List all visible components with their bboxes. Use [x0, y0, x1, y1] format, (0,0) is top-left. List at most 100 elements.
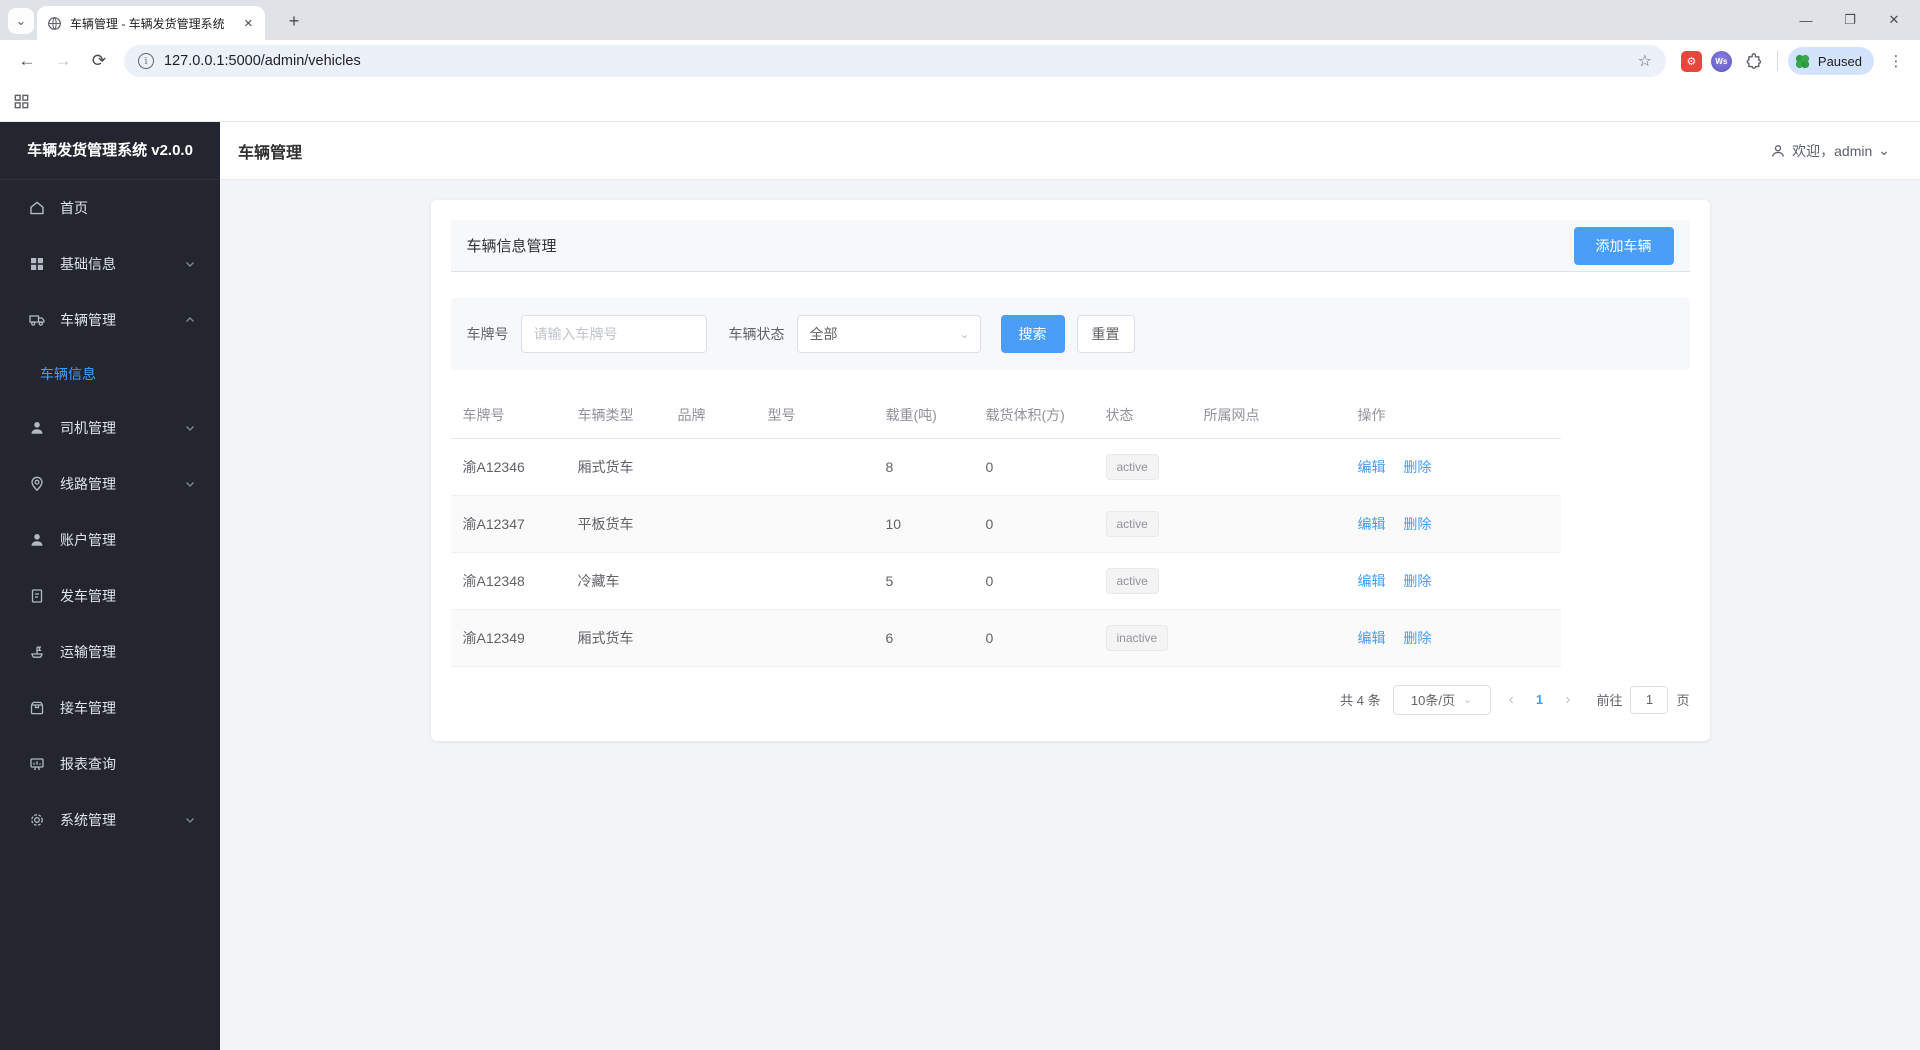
edit-link[interactable]: 编辑 [1358, 459, 1386, 475]
tab-search-button[interactable]: ⌄ [8, 8, 34, 34]
cell-site [1191, 495, 1346, 553]
next-page-button[interactable]: › [1559, 691, 1576, 709]
cell-plate: 渝A12346 [450, 438, 566, 496]
extension-ws-icon[interactable]: Ws [1710, 50, 1732, 72]
delete-link[interactable]: 删除 [1403, 516, 1431, 532]
profile-chip[interactable]: Paused [1787, 47, 1874, 75]
cell-brand [665, 552, 756, 610]
extensions-puzzle-icon[interactable] [1741, 48, 1767, 74]
toolbar-divider [1776, 51, 1778, 71]
cell-plate: 渝A12349 [450, 609, 566, 667]
search-button[interactable]: 搜索 [1000, 315, 1065, 353]
status-select[interactable]: 全部 ⌄ [796, 315, 981, 353]
package-icon [30, 701, 44, 715]
goto-page-input[interactable] [1630, 685, 1669, 714]
close-button[interactable]: ✕ [1872, 0, 1916, 40]
edit-link[interactable]: 编辑 [1358, 516, 1386, 532]
profile-status-label: Paused [1817, 53, 1862, 69]
cell-type: 厢式货车 [565, 438, 666, 496]
page-size-select[interactable]: 10条/页 ⌄ [1392, 684, 1491, 715]
col-status: 状态 [1093, 392, 1192, 439]
cell-type: 平板货车 [565, 495, 666, 553]
back-button[interactable]: ← [10, 44, 44, 78]
filter-bar: 车牌号 车辆状态 全部 ⌄ 搜索 重置 [450, 298, 1690, 370]
col-type: 车辆类型 [565, 392, 666, 439]
vehicle-table: 车牌号 车辆类型 品牌 型号 载重(吨) 载货体积(方) 状态 所属网点 操作 [450, 392, 1561, 667]
forward-button[interactable]: → [46, 44, 80, 78]
col-load: 载重(吨) [873, 392, 974, 439]
sidebar-subitem-vehicle-info[interactable]: 车辆信息 [0, 348, 220, 400]
back-icon: ← [18, 51, 36, 70]
maximize-button[interactable]: ❐ [1828, 0, 1872, 40]
sidebar-item-label: 线路管理 [60, 476, 116, 492]
sidebar-item-label: 运输管理 [60, 644, 116, 660]
current-page[interactable]: 1 [1532, 692, 1547, 707]
cell-model [755, 438, 874, 496]
user-icon [31, 534, 43, 546]
browser-menu-button[interactable]: ⋮ [1882, 47, 1910, 75]
sidebar-item-report-query[interactable]: 报表查询 [0, 736, 220, 792]
chevron-up-icon [184, 314, 196, 326]
sidebar-item-dispatch-mgmt[interactable]: 发车管理 [0, 568, 220, 624]
add-vehicle-button[interactable]: 添加车辆 [1573, 226, 1674, 265]
goto-label: 前往 [1596, 693, 1623, 708]
cell-load: 5 [873, 552, 974, 610]
gear-icon [31, 814, 43, 826]
cell-volume: 0 [973, 495, 1094, 553]
window-controls: — ❐ ✕ [1784, 0, 1916, 40]
url-text[interactable]: 127.0.0.1:5000/admin/vehicles [164, 53, 1628, 69]
sidebar-item-system-mgmt[interactable]: 系统管理 [0, 792, 220, 848]
cell-actions: 编辑 删除 [1345, 438, 1561, 496]
edit-link[interactable]: 编辑 [1358, 630, 1386, 646]
page-unit-label: 页 [1676, 693, 1690, 708]
pagination: 共 4 条 10条/页 ⌄ ‹ 1 › 前往 页 [451, 684, 1690, 715]
user-menu[interactable]: 欢迎，admin ⌄ [1770, 141, 1890, 161]
plate-input[interactable] [520, 315, 707, 353]
cell-model [755, 552, 874, 610]
apps-grid-icon[interactable] [13, 93, 30, 110]
sidebar-item-label: 接车管理 [60, 700, 116, 716]
reset-button[interactable]: 重置 [1076, 315, 1135, 353]
delete-link[interactable]: 删除 [1403, 630, 1431, 646]
sidebar-item-vehicle-mgmt[interactable]: 车辆管理 [0, 292, 220, 348]
reload-button[interactable]: ⟳ [82, 44, 116, 78]
bookmark-star-icon[interactable]: ☆ [1638, 51, 1652, 71]
globe-favicon-icon [48, 16, 61, 30]
sidebar-item-label: 首页 [60, 200, 88, 216]
document-icon [31, 589, 43, 603]
delete-link[interactable]: 删除 [1403, 459, 1431, 475]
cell-type: 厢式货车 [565, 609, 666, 667]
extension-red-icon[interactable]: ⚙ [1680, 50, 1702, 72]
cell-actions: 编辑 删除 [1345, 609, 1561, 667]
sidebar-item-driver-mgmt[interactable]: 司机管理 [0, 400, 220, 456]
sidebar-item-label: 账户管理 [60, 532, 116, 548]
main-area: 车辆管理 欢迎，admin ⌄ 车辆信息管理 添加车辆 车牌号 请输入车牌号 车… [220, 122, 1920, 1050]
sidebar-item-label: 车辆管理 [60, 312, 116, 328]
tab-title: 车辆管理 - 车辆发货管理系统 [70, 16, 225, 31]
status-badge: active [1105, 453, 1159, 480]
sidebar-item-account-mgmt[interactable]: 账户管理 [0, 512, 220, 568]
page-header: 车辆管理 欢迎，admin ⌄ [220, 122, 1920, 180]
browser-tab[interactable]: 车辆管理 - 车辆发货管理系统 ✕ [37, 6, 265, 40]
sidebar-item-pickup-mgmt[interactable]: 接车管理 [0, 680, 220, 736]
cell-model [755, 609, 874, 667]
tab-close-icon[interactable]: ✕ [242, 15, 255, 32]
chevron-down-icon: ⌄ [959, 327, 970, 341]
delete-link[interactable]: 删除 [1403, 573, 1431, 589]
edit-link[interactable]: 编辑 [1358, 573, 1386, 589]
welcome-text: 欢迎，admin [1792, 142, 1873, 159]
sidebar-item-home[interactable]: 首页 [0, 180, 220, 236]
minimize-button[interactable]: — [1784, 0, 1828, 40]
address-bar[interactable]: i 127.0.0.1:5000/admin/vehicles ☆ [124, 45, 1666, 77]
maximize-icon: ❐ [1844, 12, 1856, 27]
site-info-icon[interactable]: i [138, 53, 154, 69]
chevron-down-icon: ⌄ [1463, 694, 1473, 706]
sidebar-item-transport-mgmt[interactable]: 运输管理 [0, 624, 220, 680]
cell-plate: 渝A12348 [450, 552, 566, 610]
cell-status: inactive [1093, 609, 1192, 667]
user-icon [31, 422, 43, 434]
sidebar-item-route-mgmt[interactable]: 线路管理 [0, 456, 220, 512]
sidebar-item-basic-info[interactable]: 基础信息 [0, 236, 220, 292]
prev-page-button[interactable]: ‹ [1503, 691, 1520, 709]
new-tab-button[interactable]: + [281, 8, 307, 34]
